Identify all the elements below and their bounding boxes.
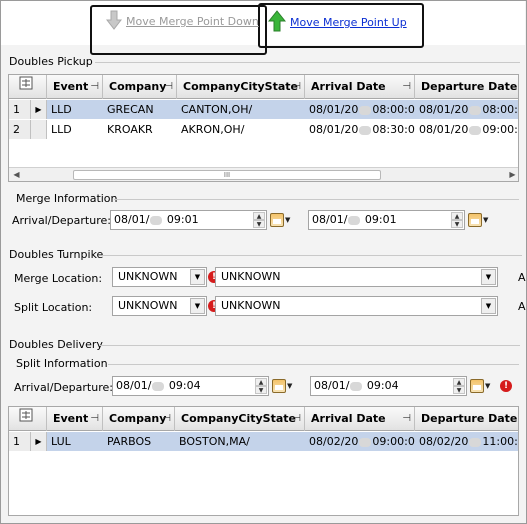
table-row[interactable]: 1 ▶ LUL PARBOS BOSTON,MA/ 08/02/20 09:00:…	[9, 432, 518, 451]
cell-departure: 08/02/2011:00:00	[419, 435, 518, 448]
calendar-icon	[470, 379, 484, 393]
cell-city: BOSTON,MA/	[179, 435, 250, 448]
scroll-left-icon[interactable]: ◀	[9, 168, 24, 181]
chevron-down-icon: ▼	[485, 382, 491, 390]
column-header-citystate[interactable]: CompanyCityState ⊣	[175, 407, 305, 431]
column-header-event[interactable]: Event ⊣	[47, 75, 103, 99]
row-number: 1	[9, 432, 31, 451]
delivery-arrival-field[interactable]: 08/01/ 09:04 ▲ ▼	[112, 376, 269, 396]
chevron-down-icon: ▼	[285, 216, 291, 224]
column-chooser-button[interactable]	[9, 75, 47, 99]
merge-arrival-calendar-button[interactable]: ▼	[270, 210, 300, 230]
cell-company: KROAKR	[107, 123, 153, 136]
split-information-title: Split Information	[16, 357, 108, 370]
calendar-icon	[468, 213, 482, 227]
arrow-up-icon	[267, 10, 287, 35]
column-header-citystate[interactable]: CompanyCityState ⊣	[177, 75, 305, 99]
doubles-delivery-grid: Event ⊣ Company ⊣ CompanyCityState ⊣ Arriva…	[8, 406, 519, 516]
delivery-arrival-departure-label: Arrival/Departure:	[14, 381, 113, 394]
divider	[114, 199, 519, 200]
grid-header: Event ⊣ Company ⊣ CompanyCityState ⊣ Arriva…	[9, 407, 518, 431]
cell-arrival: 08/01/2008:30:00	[309, 123, 415, 136]
move-up-label: Move Merge Point Up	[290, 16, 407, 29]
merge-location-label: Merge Location:	[14, 272, 103, 285]
column-header-company[interactable]: Company ⊣	[103, 75, 177, 99]
scroll-thumb[interactable]: III	[73, 170, 381, 180]
merge-location-name-select[interactable]: UNKNOWN ▼	[215, 267, 498, 287]
merge-departure-calendar-button[interactable]: ▼	[468, 210, 498, 230]
merge-location-code-select[interactable]: UNKNOWN ▼	[112, 267, 207, 287]
merge-information-title: Merge Information	[16, 192, 118, 205]
divider	[95, 62, 520, 63]
chevron-down-icon: ▼	[287, 382, 293, 390]
chevron-down-icon[interactable]: ▼	[481, 269, 496, 285]
row-number: 1	[9, 100, 31, 119]
cell-company: GRECAN	[107, 103, 154, 116]
doubles-pickup-grid: Event ⊣ Company ⊣ CompanyCityState ⊣ Arriva…	[8, 74, 519, 182]
row-indicator-icon: ▶	[31, 100, 47, 119]
column-chooser-button[interactable]	[9, 407, 47, 431]
column-header-company[interactable]: Company ⊣	[103, 407, 175, 431]
column-header-departure[interactable]: Departure Date	[415, 75, 518, 99]
chevron-down-icon: ▼	[483, 216, 489, 224]
move-merge-point-down-button[interactable]: Move Merge Point Down	[105, 10, 259, 33]
chevron-down-icon[interactable]: ▼	[481, 298, 496, 314]
column-header-event[interactable]: Event ⊣	[47, 407, 103, 431]
cell-event: LUL	[51, 435, 71, 448]
cell-arrival: 08/02/2009:00:00	[309, 435, 415, 448]
split-location-code-select[interactable]: UNKNOWN ▼	[112, 296, 207, 316]
spinner[interactable]: ▲ ▼	[255, 378, 267, 394]
chevron-down-icon[interactable]: ▼	[190, 298, 205, 314]
split-location-label: Split Location:	[14, 301, 93, 314]
scroll-right-icon[interactable]: ▶	[505, 168, 518, 181]
column-header-arrival[interactable]: Arrival Date ⊣	[305, 407, 415, 431]
truncated-label: A	[518, 300, 526, 313]
table-row[interactable]: 1 ▶ LLD GRECAN CANTON,OH/ 08/01/20 08:00:…	[9, 100, 518, 119]
cell-departure: 08/01/2008:00:00	[419, 103, 518, 116]
cell-arrival: 08/01/2008:00:00	[309, 103, 415, 116]
cell-company: PARBOS	[107, 435, 152, 448]
delivery-departure-field[interactable]: 08/01/ 09:04 ▲ ▼	[310, 376, 467, 396]
arrow-down-icon	[105, 10, 123, 33]
horizontal-scrollbar[interactable]: ◀ III ▶	[9, 167, 518, 181]
doubles-delivery-title: Doubles Delivery	[9, 338, 103, 351]
delivery-departure-calendar-button[interactable]: ▼	[470, 376, 500, 396]
merge-arrival-field[interactable]: 08/01/ 09:01 ▲ ▼	[110, 210, 267, 230]
divider	[108, 364, 519, 365]
calendar-icon	[272, 379, 286, 393]
calendar-icon	[270, 213, 284, 227]
column-chooser-icon	[19, 408, 33, 425]
doubles-pickup-title: Doubles Pickup	[9, 55, 93, 68]
doubles-turnpike-title: Doubles Turnpike	[9, 248, 104, 261]
split-location-name-select[interactable]: UNKNOWN ▼	[215, 296, 498, 316]
row-indicator-icon: ▶	[31, 432, 47, 451]
merge-departure-field[interactable]: 08/01/ 09:01 ▲ ▼	[308, 210, 465, 230]
spinner[interactable]: ▲ ▼	[253, 212, 265, 228]
grid-header: Event ⊣ Company ⊣ CompanyCityState ⊣ Arriva…	[9, 75, 518, 99]
divider	[102, 255, 522, 256]
cell-city: AKRON,OH/	[181, 123, 245, 136]
divider	[100, 345, 520, 346]
truncated-label: A	[518, 271, 526, 284]
cell-departure: 08/01/2009:00:00	[419, 123, 518, 136]
row-indicator	[31, 120, 47, 139]
column-chooser-icon	[19, 76, 33, 93]
delivery-arrival-calendar-button[interactable]: ▼	[272, 376, 302, 396]
cell-city: CANTON,OH/	[181, 103, 253, 116]
column-header-departure[interactable]: Departure Date	[415, 407, 518, 431]
spinner[interactable]: ▲ ▼	[453, 378, 465, 394]
row-number: 2	[9, 120, 31, 139]
error-icon: !	[500, 380, 512, 392]
move-down-label: Move Merge Point Down	[126, 15, 259, 28]
spinner[interactable]: ▲ ▼	[451, 212, 463, 228]
merge-arrival-departure-label: Arrival/Departure:	[12, 214, 111, 227]
cell-event: LLD	[51, 123, 72, 136]
cell-event: LLD	[51, 103, 72, 116]
table-row[interactable]: 2 LLD KROAKR AKRON,OH/ 08/01/20 08:30:0 0 …	[9, 120, 518, 139]
column-header-arrival[interactable]: Arrival Date ⊣	[305, 75, 415, 99]
chevron-down-icon[interactable]: ▼	[190, 269, 205, 285]
move-merge-point-up-button[interactable]: Move Merge Point Up	[267, 10, 407, 35]
